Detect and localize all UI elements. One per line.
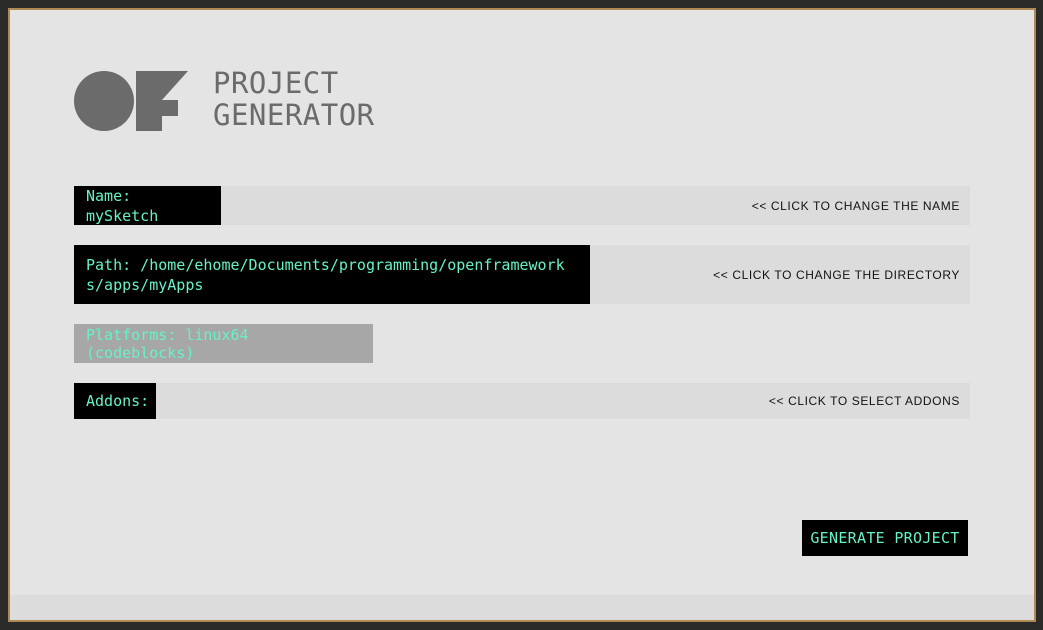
path-hint: << CLICK TO CHANGE THE DIRECTORY bbox=[713, 267, 960, 282]
openframeworks-logo-icon bbox=[74, 70, 190, 132]
project-generator-window: PROJECT GENERATOR Name: mySketch << CLIC… bbox=[8, 8, 1036, 622]
addons-row[interactable]: Addons: << CLICK TO SELECT ADDONS bbox=[74, 383, 970, 419]
name-hint: << CLICK TO CHANGE THE NAME bbox=[751, 198, 960, 213]
platforms-field[interactable]: Platforms: linux64 (codeblocks) bbox=[74, 324, 373, 363]
app-title-line2: GENERATOR bbox=[213, 98, 375, 132]
generate-project-button[interactable]: GENERATE PROJECT bbox=[802, 520, 968, 556]
addons-hint: << CLICK TO SELECT ADDONS bbox=[768, 394, 960, 408]
path-field[interactable]: Path: /home/ehome/Documents/programming/… bbox=[74, 245, 590, 304]
path-row[interactable]: Path: /home/ehome/Documents/programming/… bbox=[74, 245, 970, 304]
name-field[interactable]: Name: mySketch bbox=[74, 186, 221, 225]
app-title: PROJECT GENERATOR bbox=[213, 67, 375, 131]
addons-field[interactable]: Addons: bbox=[74, 383, 156, 419]
app-title-line1: PROJECT bbox=[213, 66, 339, 100]
name-row[interactable]: Name: mySketch << CLICK TO CHANGE THE NA… bbox=[74, 186, 970, 225]
status-bar bbox=[10, 595, 1034, 620]
